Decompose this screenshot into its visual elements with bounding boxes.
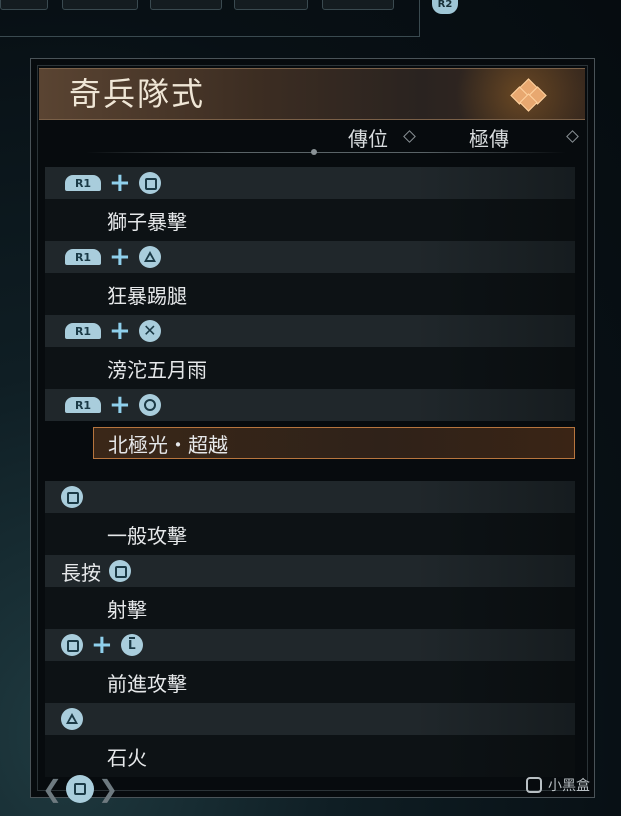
move-item[interactable]: 狂暴踢腿 [45, 273, 575, 315]
r2-button-icon[interactable]: R2 [432, 0, 458, 14]
watermark: 小黑盒 [526, 775, 590, 795]
plus-icon: + [109, 242, 131, 272]
button-combo: R1 + [45, 241, 575, 273]
triangle-button-icon [138, 246, 161, 268]
moveset-panel: 奇兵隊式 傳位 極傳 R1 + 獅子暴擊 R1 + 狂暴踢腿 R1 + ✕ 滂沱… [30, 58, 595, 798]
divider [419, 0, 420, 37]
plus-icon: + [109, 316, 131, 346]
square-button-icon[interactable] [66, 775, 95, 803]
divider-dot [311, 149, 317, 155]
top-tab-button[interactable] [234, 0, 308, 10]
plus-icon: + [109, 168, 131, 198]
button-combo: + L [45, 629, 575, 661]
top-tab-button[interactable] [0, 0, 48, 10]
r1-button-icon: R1 [65, 323, 101, 339]
square-button-icon [109, 560, 131, 582]
watermark-logo-icon [526, 777, 542, 793]
crest-icon [507, 78, 549, 112]
button-combo: R1 + [45, 167, 575, 199]
button-combo: R1 + [45, 389, 575, 421]
r1-button-icon: R1 [65, 397, 101, 413]
plus-icon: + [91, 630, 113, 660]
chevron-left-icon[interactable]: ❮ [42, 775, 62, 803]
move-list: R1 + 獅子暴擊 R1 + 狂暴踢腿 R1 + ✕ 滂沱五月雨 R1 + 北極… [45, 167, 575, 777]
diamond-icon [566, 130, 579, 143]
button-combo [45, 703, 575, 735]
move-item[interactable]: 滂沱五月雨 [45, 347, 575, 389]
page-nav: ❮ ❯ [42, 774, 118, 804]
hold-label: 長按 [61, 560, 101, 585]
plus-icon: + [109, 390, 131, 420]
panel-header: 奇兵隊式 [39, 68, 585, 120]
move-item[interactable]: 一般攻擊 [45, 513, 575, 555]
move-item-selected[interactable]: 北極光・超越 [93, 427, 575, 459]
move-item[interactable]: 石火 [45, 735, 575, 777]
watermark-text: 小黑盒 [548, 778, 590, 794]
move-item[interactable]: 射擊 [45, 587, 575, 629]
panel-title: 奇兵隊式 [69, 75, 206, 113]
top-tab-button[interactable] [62, 0, 138, 10]
top-tab-button[interactable] [322, 0, 394, 10]
divider [86, 152, 566, 153]
button-combo [45, 481, 575, 513]
button-combo: 長按 [45, 555, 575, 587]
r1-button-icon: R1 [65, 175, 101, 191]
divider [0, 36, 420, 37]
column-header-jichuan[interactable]: 極傳 [469, 123, 509, 152]
circle-button-icon [138, 394, 161, 416]
chevron-right-icon[interactable]: ❯ [98, 775, 118, 803]
button-combo: R1 + ✕ [45, 315, 575, 347]
move-item[interactable]: 前進攻擊 [45, 661, 575, 703]
top-bar: R2 [0, 0, 621, 37]
square-button-icon [138, 172, 161, 194]
square-button-icon [61, 634, 83, 656]
move-item[interactable]: 獅子暴擊 [45, 199, 575, 241]
left-stick-icon: L [120, 634, 143, 656]
triangle-button-icon [61, 708, 83, 730]
column-header-chuanwei[interactable]: 傳位 [348, 123, 388, 152]
r1-button-icon: R1 [65, 249, 101, 265]
square-button-icon [61, 486, 83, 508]
diamond-icon [403, 130, 416, 143]
top-tab-button[interactable] [150, 0, 222, 10]
cross-button-icon: ✕ [138, 320, 161, 342]
